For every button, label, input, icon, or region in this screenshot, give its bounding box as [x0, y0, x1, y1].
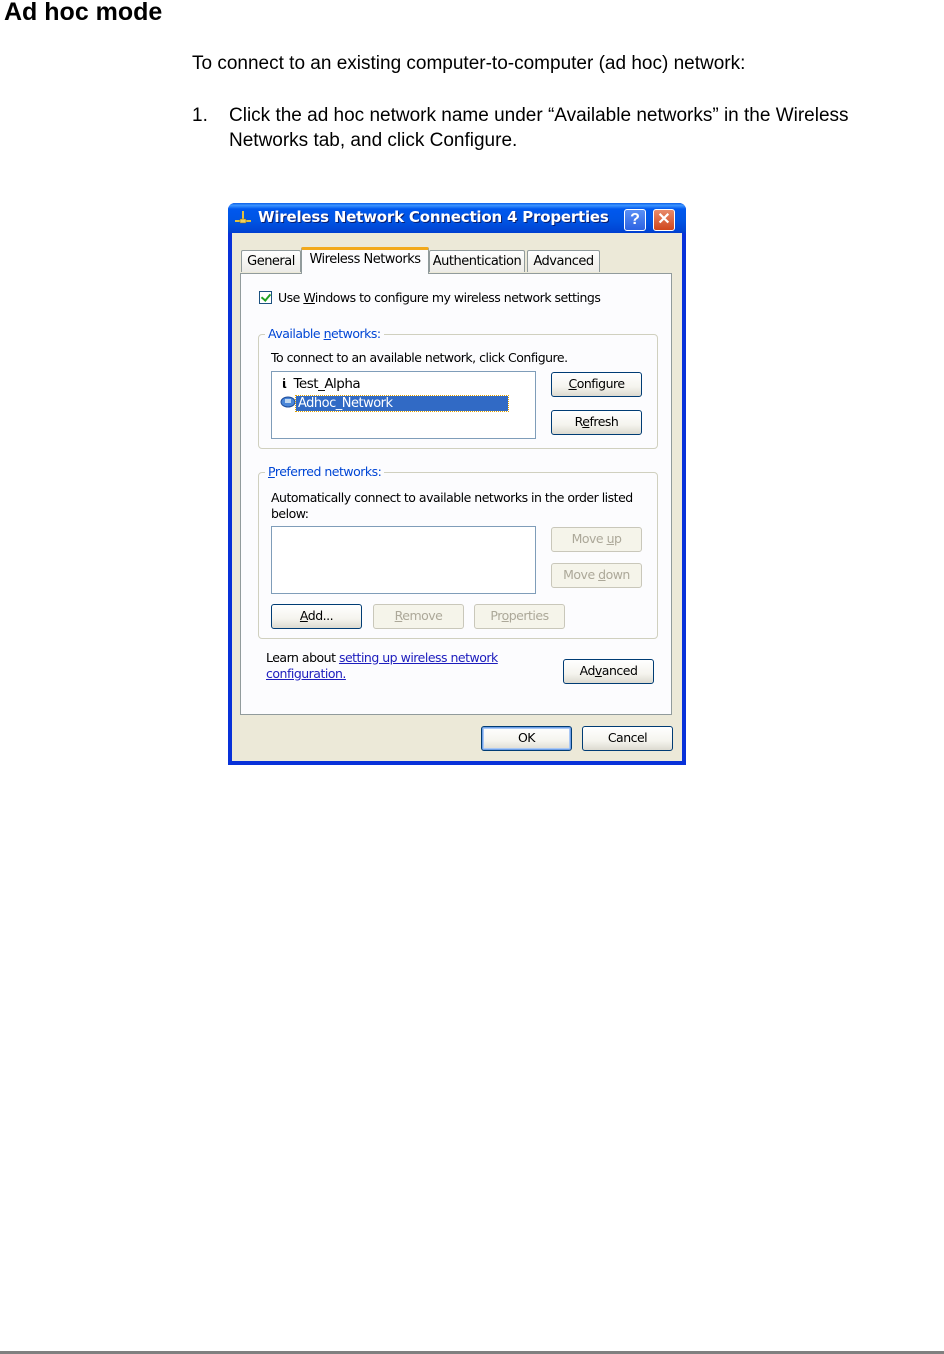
properties-dialog: Wireless Network Connection 4 Properties… — [228, 203, 686, 765]
step-number: 1. — [192, 105, 208, 126]
available-instruction: To connect to an available network, clic… — [271, 350, 568, 365]
adhoc-computer-icon — [280, 396, 296, 408]
dialog-client: General Wireless Networks Authentication… — [232, 233, 682, 761]
preferred-instruction-line1: Automatically connect to available netwo… — [271, 490, 633, 505]
dialog-title: Wireless Network Connection 4 Properties — [258, 208, 609, 226]
cancel-button[interactable]: Cancel — [582, 726, 673, 751]
available-networks-group: Available networks: To connect to an ava… — [258, 326, 658, 449]
title-bar[interactable]: Wireless Network Connection 4 Properties… — [228, 203, 686, 233]
available-networks-legend: Available networks: — [265, 326, 384, 341]
tab-authentication[interactable]: Authentication — [429, 250, 525, 272]
add-button[interactable]: Add... — [271, 604, 362, 629]
refresh-button[interactable]: Refresh — [551, 410, 642, 435]
learn-about-text: Learn about setting up wireless network — [266, 650, 498, 665]
tab-general[interactable]: General — [241, 250, 301, 272]
help-button[interactable]: ? — [624, 209, 646, 231]
wireless-networks-panel: Use Windows to configure my wireless net… — [240, 273, 672, 715]
close-icon: ✕ — [657, 211, 671, 228]
preferred-networks-group: Preferred networks: Automatically connec… — [258, 464, 658, 639]
step-text: Click the ad hoc network name under “Ava… — [229, 105, 849, 151]
network-item-adhoc[interactable]: Adhoc_Network — [280, 395, 509, 412]
learn-link[interactable]: setting up wireless network — [339, 650, 498, 665]
use-windows-checkbox[interactable] — [259, 291, 272, 304]
use-windows-label[interactable]: Use Windows to configure my wireless net… — [278, 290, 601, 305]
configure-button[interactable]: Configure — [551, 372, 642, 397]
move-down-button[interactable]: Move down — [551, 563, 642, 588]
tab-wireless-networks[interactable]: Wireless Networks — [301, 247, 429, 274]
advanced-button[interactable]: Advanced — [563, 659, 654, 684]
preferred-networks-legend: Preferred networks: — [265, 464, 385, 479]
available-networks-list[interactable]: ἰ Test_Alpha Adhoc_Network — [271, 371, 536, 439]
close-button[interactable]: ✕ — [653, 209, 675, 231]
properties-button[interactable]: Properties — [474, 604, 565, 629]
page-heading: Ad hoc mode — [4, 0, 163, 26]
preferred-networks-list[interactable] — [271, 526, 536, 594]
learn-link-line2[interactable]: configuration. — [266, 666, 346, 681]
remove-button[interactable]: Remove — [373, 604, 464, 629]
network-connection-icon — [235, 211, 251, 224]
access-point-icon: ἰ — [282, 376, 287, 391]
ok-button[interactable]: OK — [481, 726, 572, 751]
help-icon: ? — [630, 211, 640, 228]
tab-advanced[interactable]: Advanced — [527, 250, 600, 272]
move-up-button[interactable]: Move up — [551, 527, 642, 552]
intro-text: To connect to an existing computer-to-co… — [192, 53, 746, 74]
preferred-instruction-line2: below: — [271, 506, 309, 521]
network-item-test-alpha[interactable]: ἰ Test_Alpha — [282, 376, 361, 392]
